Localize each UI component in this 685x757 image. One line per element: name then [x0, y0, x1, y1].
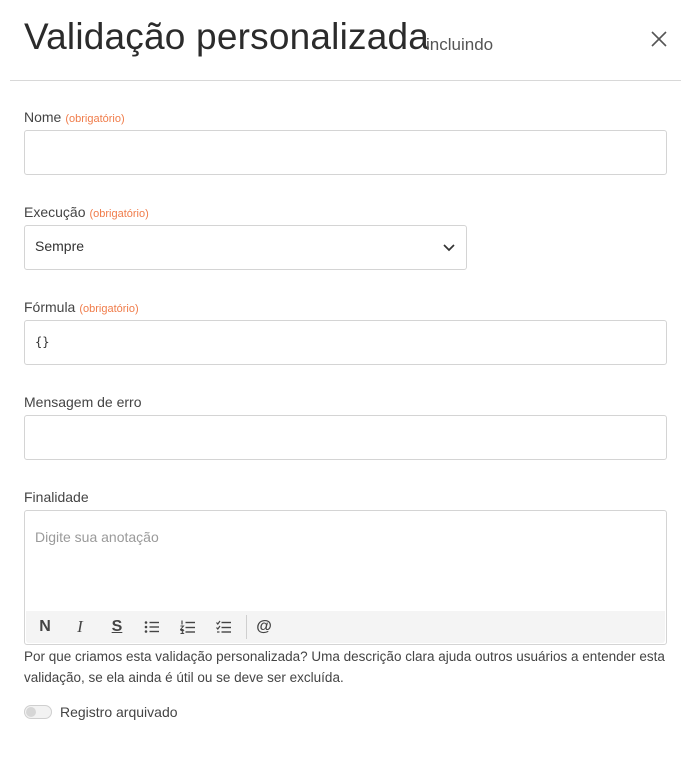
modal-title: Validação personalizada — [24, 16, 430, 57]
purpose-editor[interactable]: Digite sua anotação N I S @ — [24, 510, 667, 645]
formula-label-text: Fórmula — [24, 299, 76, 315]
italic-button[interactable]: I — [66, 611, 94, 643]
error-message-input[interactable] — [24, 415, 667, 460]
toggle-knob — [26, 707, 36, 717]
formula-label: Fórmula (obrigatório) — [24, 299, 139, 315]
name-label: Nome (obrigatório) — [24, 109, 125, 125]
error-message-label-text: Mensagem de erro — [24, 394, 142, 410]
archived-toggle[interactable] — [24, 705, 52, 719]
bold-button[interactable]: N — [31, 611, 59, 643]
purpose-help-text: Por que criamos esta validação personali… — [24, 649, 665, 685]
mention-icon: @ — [256, 618, 272, 635]
purpose-label-text: Finalidade — [24, 489, 89, 505]
name-input[interactable] — [24, 130, 667, 175]
numbered-list-icon — [180, 620, 195, 634]
bold-icon: N — [39, 618, 51, 635]
chevron-down-icon — [443, 244, 455, 252]
modal-header: Validação personalizada incluindo — [0, 0, 685, 80]
toolbar-separator — [246, 615, 247, 639]
error-message-label: Mensagem de erro — [24, 394, 142, 410]
execution-label: Execução (obrigatório) — [24, 204, 149, 220]
formula-input[interactable]: {} — [24, 320, 667, 365]
checklist-icon — [216, 620, 231, 633]
italic-icon: I — [77, 617, 83, 636]
strikethrough-icon: S — [111, 618, 123, 635]
modal-subtitle: incluindo — [426, 35, 494, 54]
required-tag: (obrigatório) — [79, 303, 139, 315]
checklist-button[interactable] — [210, 611, 238, 643]
purpose-label: Finalidade — [24, 489, 89, 505]
bullet-list-button[interactable] — [138, 611, 166, 643]
numbered-list-button[interactable] — [174, 611, 202, 643]
archived-label: Registro arquivado — [60, 704, 178, 720]
formula-input-value: {} — [35, 335, 50, 349]
close-icon — [651, 31, 667, 47]
custom-validation-modal: Validação personalizada incluindo Nome (o… — [0, 0, 685, 757]
execution-label-text: Execução — [24, 204, 86, 220]
execution-select[interactable]: Sempre — [24, 225, 467, 270]
archived-row: Registro arquivado — [24, 702, 178, 722]
execution-select-value: Sempre — [35, 238, 85, 254]
editor-toolbar: N I S @ — [26, 611, 665, 643]
bullet-list-icon — [144, 621, 159, 633]
name-label-text: Nome — [24, 109, 62, 125]
mention-button[interactable]: @ — [250, 611, 278, 643]
header-divider — [10, 80, 681, 81]
close-button[interactable] — [646, 26, 672, 52]
required-tag: (obrigatório) — [65, 113, 125, 125]
strikethrough-button[interactable]: S — [103, 611, 131, 643]
purpose-placeholder: Digite sua anotação — [35, 529, 159, 545]
required-tag: (obrigatório) — [89, 208, 149, 220]
